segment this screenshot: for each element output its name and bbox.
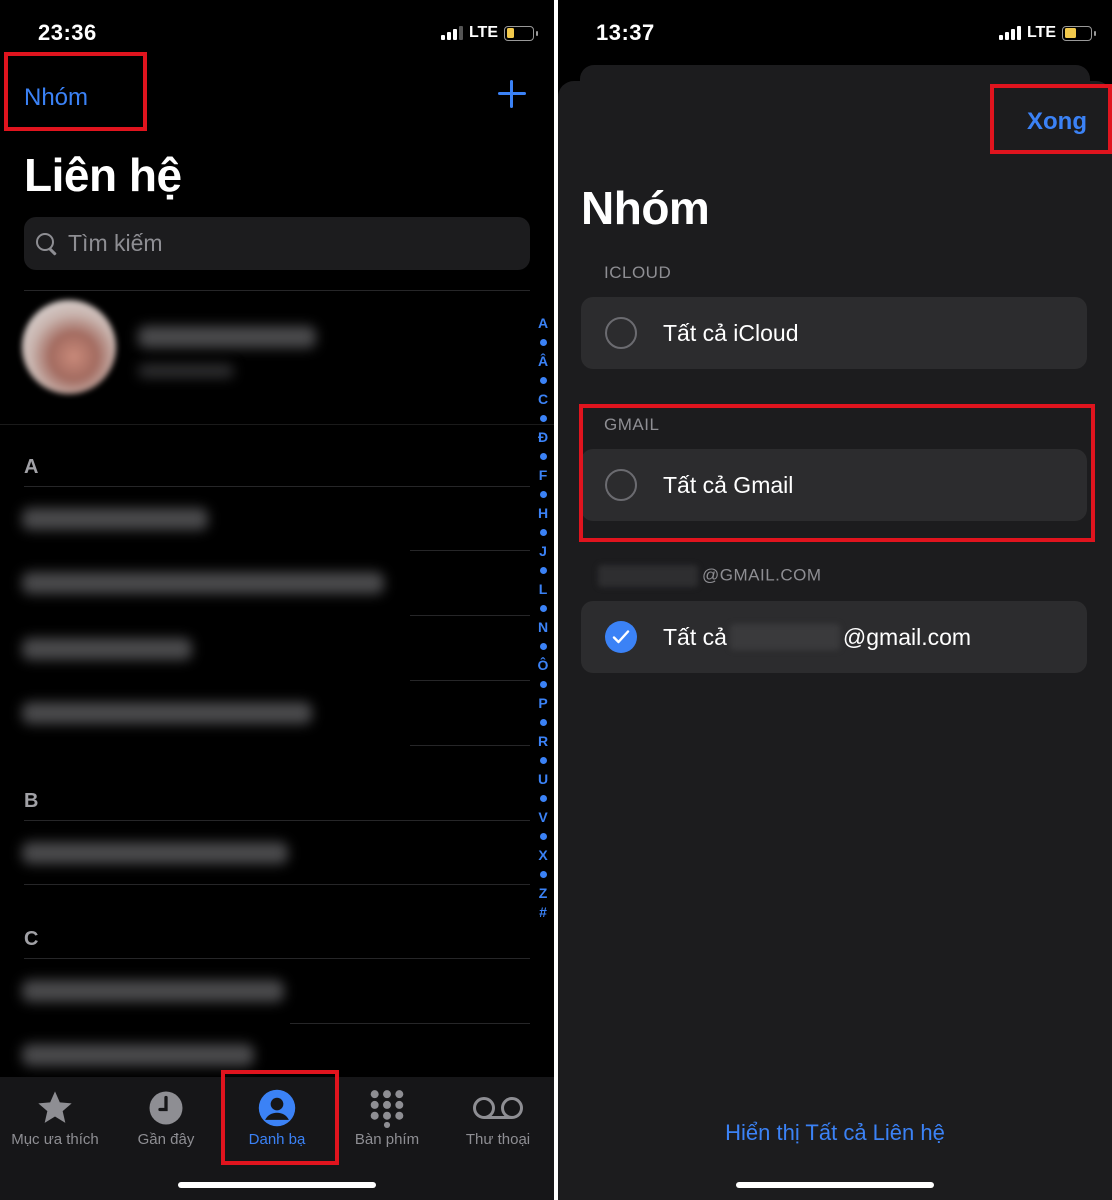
contact-row[interactable]: [22, 572, 384, 594]
page-title: Liên hệ: [24, 149, 182, 201]
search-input[interactable]: Tìm kiếm: [24, 217, 530, 270]
signal-icon: [440, 26, 463, 40]
tab-label: Gần đây: [137, 1131, 195, 1148]
index-letter[interactable]: Đ: [538, 428, 548, 447]
page-title: Nhóm: [581, 182, 710, 234]
tab-label: Mục ưa thích: [11, 1131, 99, 1148]
status-bar: 13:37 LTE: [558, 0, 1112, 64]
tab-keypad[interactable]: Bàn phím: [332, 1087, 442, 1148]
divider: [410, 615, 530, 616]
keypad-icon: [370, 1090, 404, 1128]
divider: [410, 745, 530, 746]
group-header-icloud: ICLOUD: [604, 263, 672, 282]
section-header-a: A: [24, 456, 39, 478]
search-placeholder: Tìm kiếm: [68, 230, 163, 256]
group-header-gmail-account: @GMAIL.COM: [598, 565, 822, 587]
label-suffix: @gmail.com: [842, 623, 972, 650]
contact-row[interactable]: [22, 842, 288, 864]
index-letter[interactable]: X: [538, 846, 547, 865]
radio-unchecked-icon[interactable]: [605, 317, 637, 349]
label-prefix: Tất cả: [663, 623, 727, 650]
show-all-contacts-button[interactable]: Hiển thị Tất cả Liên hệ: [558, 1120, 1112, 1146]
index-letter[interactable]: #: [539, 903, 547, 922]
my-card-subtitle: [138, 364, 234, 378]
contact-row[interactable]: [22, 638, 192, 660]
divider: [410, 550, 530, 551]
highlight-box: [579, 404, 1095, 542]
home-indicator[interactable]: [178, 1182, 376, 1188]
index-letter[interactable]: A: [538, 314, 548, 333]
avatar[interactable]: [22, 300, 116, 394]
tab-favorites[interactable]: Mục ưa thích: [0, 1087, 110, 1148]
voicemail-icon: [473, 1097, 523, 1119]
divider: [24, 820, 530, 821]
redacted-text: [729, 624, 840, 650]
tab-recents[interactable]: Gần đây: [111, 1087, 221, 1148]
section-header-c: C: [24, 928, 39, 950]
highlight-box: [4, 52, 147, 131]
index-letter[interactable]: Z: [539, 884, 548, 903]
index-letter[interactable]: F: [539, 466, 548, 485]
contact-row[interactable]: [22, 980, 284, 1002]
home-indicator[interactable]: [736, 1182, 934, 1188]
network-type: LTE: [468, 24, 498, 41]
alphabet-index[interactable]: A Â C Đ F H J L N Ô P R U V X Z #: [533, 314, 553, 922]
my-card-name: [138, 326, 316, 348]
contact-row[interactable]: [22, 508, 208, 530]
index-letter[interactable]: Ô: [538, 656, 549, 675]
tab-voicemail[interactable]: Thư thoại: [443, 1087, 553, 1148]
index-letter[interactable]: U: [538, 770, 548, 789]
highlight-box: [990, 84, 1112, 154]
divider: [24, 290, 530, 291]
status-time: 23:36: [38, 20, 97, 45]
index-letter[interactable]: V: [538, 808, 547, 827]
index-letter[interactable]: Â: [538, 352, 548, 371]
index-letter[interactable]: H: [538, 504, 548, 523]
group-row-icloud[interactable]: Tất cả iCloud: [581, 297, 1087, 369]
divider: [290, 1023, 530, 1024]
divider: [410, 680, 530, 681]
index-letter[interactable]: R: [538, 732, 548, 751]
divider: [0, 424, 554, 425]
add-contact-icon[interactable]: [498, 80, 526, 108]
contacts-screen: 23:36 LTE Nhóm Liên hệ Tìm kiếm A B C A …: [0, 0, 554, 1200]
section-header-b: B: [24, 790, 39, 812]
index-letter[interactable]: L: [539, 580, 548, 599]
signal-icon: [998, 26, 1021, 40]
redacted-text: [598, 565, 698, 587]
index-letter[interactable]: P: [538, 694, 547, 713]
groups-sheet: Xong Nhóm ICLOUD Tất cả iCloud GMAIL Tất…: [558, 81, 1112, 1200]
status-time: 13:37: [596, 20, 655, 45]
index-letter[interactable]: N: [538, 618, 548, 637]
network-type: LTE: [1026, 24, 1056, 41]
tab-label: Bàn phím: [354, 1131, 420, 1148]
tab-label: Thư thoại: [465, 1131, 531, 1148]
index-letter[interactable]: J: [539, 542, 547, 561]
index-letter[interactable]: C: [538, 390, 548, 409]
battery-icon: [504, 25, 538, 41]
contact-row[interactable]: [22, 1044, 254, 1066]
star-icon: [38, 1091, 72, 1123]
highlight-box: [221, 1070, 339, 1165]
checkmark-icon[interactable]: [605, 621, 637, 653]
clock-icon: [149, 1091, 183, 1125]
contact-row[interactable]: [22, 702, 312, 724]
group-row-gmail-account[interactable]: Tất cả @gmail.com: [581, 601, 1087, 673]
search-icon: [36, 232, 58, 255]
header-suffix: @GMAIL.COM: [702, 565, 822, 585]
group-label: Tất cả @gmail.com: [663, 624, 971, 651]
group-label: Tất cả iCloud: [663, 319, 799, 346]
divider: [24, 486, 530, 487]
battery-icon: [1062, 25, 1096, 41]
groups-screen: 13:37 LTE Xong Nhóm ICLOUD Tất cả iCloud…: [558, 0, 1112, 1200]
divider: [24, 958, 530, 959]
divider: [24, 884, 530, 885]
